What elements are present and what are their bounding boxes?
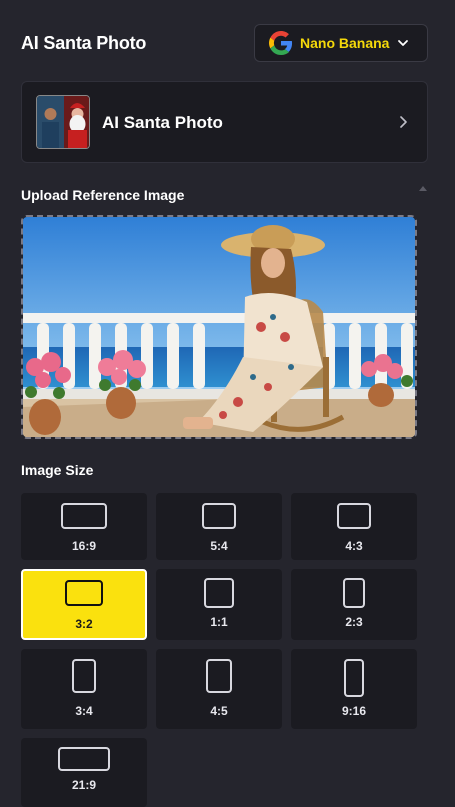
aspect-ratio-icon bbox=[58, 747, 110, 771]
model-selector[interactable]: Nano Banana bbox=[254, 24, 428, 62]
size-option-label: 5:4 bbox=[210, 539, 228, 553]
size-option-label: 16:9 bbox=[71, 539, 97, 553]
size-option-9-16[interactable]: 9:16 bbox=[291, 649, 417, 729]
image-size-label: Image Size bbox=[21, 462, 94, 478]
size-option-label: 4:3 bbox=[345, 539, 363, 553]
aspect-ratio-icon bbox=[344, 659, 364, 697]
chevron-right-icon bbox=[400, 116, 407, 128]
aspect-ratio-icon bbox=[72, 659, 96, 693]
aspect-ratio-icon bbox=[343, 578, 365, 608]
reference-image bbox=[23, 217, 415, 437]
aspect-ratio-icon bbox=[337, 503, 371, 529]
size-option-label: 1:1 bbox=[210, 615, 228, 629]
header: AI Santa Photo Nano Banana bbox=[0, 0, 455, 80]
page-title: AI Santa Photo bbox=[21, 33, 147, 53]
aspect-ratio-icon bbox=[61, 503, 107, 529]
size-option-3-2[interactable]: 3:2 bbox=[21, 569, 147, 640]
size-option-label: 21:9 bbox=[71, 778, 97, 792]
aspect-ratio-icon bbox=[202, 503, 236, 529]
upload-label: Upload Reference Image bbox=[21, 187, 185, 203]
size-option-label: 2:3 bbox=[345, 615, 363, 629]
aspect-ratio-icon bbox=[206, 659, 232, 693]
size-option-1-1[interactable]: 1:1 bbox=[156, 569, 282, 640]
collapse-icon[interactable] bbox=[419, 185, 427, 191]
size-option-label: 3:4 bbox=[75, 704, 93, 718]
chevron-down-icon bbox=[398, 40, 409, 46]
google-icon bbox=[269, 31, 293, 55]
size-option-label: 3:2 bbox=[75, 617, 93, 631]
aspect-ratio-icon bbox=[65, 580, 103, 606]
size-option-2-3[interactable]: 2:3 bbox=[291, 569, 417, 640]
app-card-title: AI Santa Photo bbox=[102, 113, 223, 132]
size-option-label: 9:16 bbox=[341, 704, 367, 718]
model-label: Nano Banana bbox=[300, 35, 390, 51]
app-card[interactable]: AI Santa Photo bbox=[21, 81, 428, 163]
reference-image-dropzone[interactable] bbox=[21, 215, 417, 439]
size-option-4-3[interactable]: 4:3 bbox=[291, 493, 417, 560]
size-option-21-9[interactable]: 21:9 bbox=[21, 738, 147, 807]
size-option-5-4[interactable]: 5:4 bbox=[156, 493, 282, 560]
size-option-16-9[interactable]: 16:9 bbox=[21, 493, 147, 560]
size-option-3-4[interactable]: 3:4 bbox=[21, 649, 147, 729]
size-option-label: 4:5 bbox=[210, 704, 228, 718]
app-thumbnail bbox=[36, 95, 90, 149]
size-option-4-5[interactable]: 4:5 bbox=[156, 649, 282, 729]
aspect-ratio-icon bbox=[204, 578, 234, 608]
